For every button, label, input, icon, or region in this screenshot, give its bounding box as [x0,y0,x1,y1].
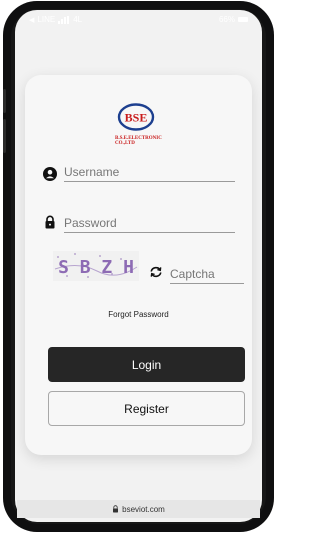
username-input[interactable] [64,163,235,182]
network-label: 4L [73,15,83,24]
logo-company-name: B.S.E.ELECTRONIC CO.,LTD [115,136,162,146]
password-row [43,214,243,234]
url-bar[interactable]: bseviot.com [17,500,260,518]
lock-icon [113,505,119,513]
captcha-input[interactable] [170,265,244,284]
battery-icon [238,17,248,22]
username-row [43,163,243,183]
battery-percent: 66% [218,15,235,24]
lock-icon [45,215,55,229]
captcha-image[interactable]: S B Z H [53,251,139,281]
url-text: bseviot.com [122,504,165,514]
carrier-label: LINE [37,15,56,24]
captcha-graphic: S B Z H [54,253,138,278]
login-button[interactable]: Login [48,347,245,382]
forgot-password-link[interactable]: Forgot Password [0,310,277,319]
back-arrow-icon: ◀ [29,16,35,24]
captcha-text: S B Z H [58,257,134,278]
side-button [3,119,6,153]
signal-icon [58,15,70,24]
register-button[interactable]: Register [48,391,245,426]
refresh-captcha-icon[interactable] [149,265,163,279]
status-bar: ◀ LINE 4L 66% [15,10,262,32]
logo-brand: BSE [125,111,148,125]
side-button [3,89,6,113]
bse-logo-icon: BSE [117,103,155,131]
password-input[interactable] [64,214,235,233]
user-icon [43,167,57,181]
